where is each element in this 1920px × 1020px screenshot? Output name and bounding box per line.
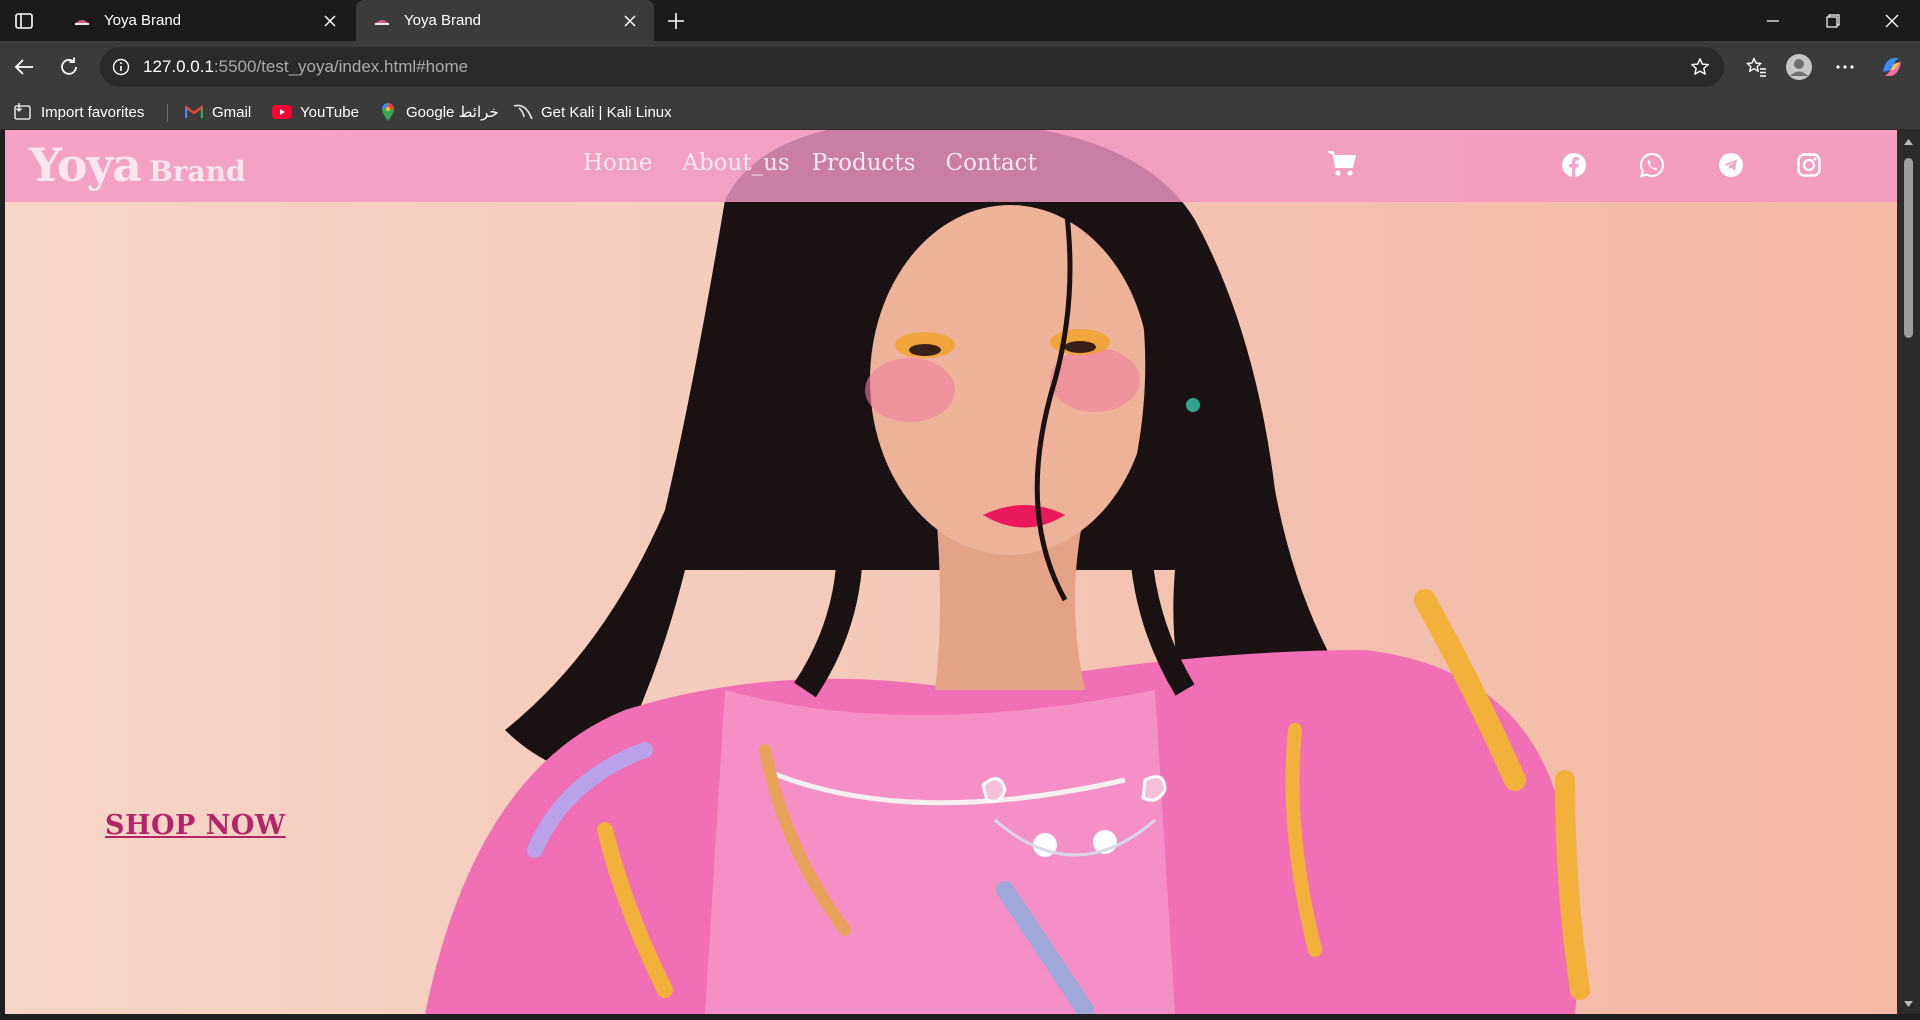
brand-main: Yoya	[29, 138, 142, 192]
browser-tab-active[interactable]: Yoya Brand	[356, 0, 654, 41]
browser-tab-bar: Yoya Brand Yoya Brand	[0, 0, 1920, 41]
restore-icon[interactable]	[1822, 10, 1844, 32]
bookmark-import-favorites[interactable]: Import favorites	[13, 101, 144, 123]
copilot-icon[interactable]	[1877, 52, 1907, 82]
address-bar[interactable]: 127.0.0.1:5500/test_yoya/index.html#home	[100, 47, 1724, 87]
bookmark-youtube[interactable]: YouTube	[272, 101, 359, 123]
telegram-icon[interactable]	[1718, 152, 1744, 178]
shop-now-button[interactable]: SHOP NOW	[105, 810, 286, 841]
tab-favicon-icon	[374, 16, 390, 26]
url-text: 127.0.0.1:5500/test_yoya/index.html#home	[143, 57, 469, 76]
scroll-down-icon[interactable]	[1903, 1000, 1914, 1008]
page-viewport: SHOP NOW Yoya Brand Home About_us Product…	[5, 130, 1897, 1014]
reload-icon[interactable]	[54, 52, 84, 82]
import-icon	[13, 102, 33, 122]
bookmarks-bar: Import favorites Gmail YouTube Google خر…	[0, 95, 1920, 130]
tab-actions-icon[interactable]	[13, 10, 35, 32]
favorites-icon[interactable]	[1741, 52, 1771, 82]
tab-title: Yoya Brand	[104, 12, 182, 29]
back-icon[interactable]	[9, 52, 39, 82]
profile-avatar-icon[interactable]	[1784, 52, 1814, 82]
facebook-icon[interactable]	[1561, 152, 1587, 178]
browser-toolbar: 127.0.0.1:5500/test_yoya/index.html#home	[0, 41, 1920, 95]
google-maps-icon	[378, 102, 398, 122]
tab-favicon-icon	[74, 16, 90, 26]
nav-link-products[interactable]: Products	[812, 150, 916, 176]
tab-close-icon[interactable]	[622, 13, 638, 29]
new-tab-button[interactable]	[664, 9, 688, 33]
instagram-icon[interactable]	[1796, 152, 1822, 178]
bookmark-gmail[interactable]: Gmail	[184, 101, 251, 123]
tab-close-icon[interactable]	[322, 13, 338, 29]
nav-link-about-us[interactable]: About_us	[682, 150, 789, 176]
nav-links: Home About_us Products Contact	[583, 150, 1067, 176]
bookmark-kali-linux[interactable]: Get Kali | Kali Linux	[513, 101, 672, 123]
cart-icon[interactable]	[1327, 148, 1357, 178]
minimize-icon[interactable]	[1762, 10, 1784, 32]
close-window-icon[interactable]	[1881, 10, 1903, 32]
nav-link-contact[interactable]: Contact	[945, 150, 1036, 176]
page-scrollbar[interactable]	[1897, 130, 1920, 1014]
site-info-icon[interactable]	[110, 56, 132, 78]
browser-tab[interactable]: Yoya Brand	[56, 0, 354, 41]
brand-sub: Brand	[149, 155, 246, 188]
bookmark-separator	[167, 104, 168, 122]
more-options-icon[interactable]	[1830, 52, 1860, 82]
hero-banner: SHOP NOW	[5, 130, 1897, 1014]
youtube-icon	[272, 102, 292, 122]
gmail-icon	[184, 102, 204, 122]
bookmark-google-maps[interactable]: Google خرائط	[378, 101, 499, 123]
kali-icon	[513, 102, 533, 122]
nav-link-home[interactable]: Home	[583, 150, 652, 176]
site-navbar: Yoya Brand Home About_us Products Contact	[5, 130, 1897, 202]
scroll-up-icon[interactable]	[1903, 138, 1914, 146]
whatsapp-icon[interactable]	[1639, 152, 1665, 178]
scrollbar-thumb[interactable]	[1904, 158, 1913, 338]
hero-model-photo	[425, 130, 1590, 1014]
favorite-star-icon[interactable]	[1688, 55, 1712, 79]
brand-logo[interactable]: Yoya Brand	[29, 138, 246, 192]
tab-title: Yoya Brand	[404, 12, 482, 29]
